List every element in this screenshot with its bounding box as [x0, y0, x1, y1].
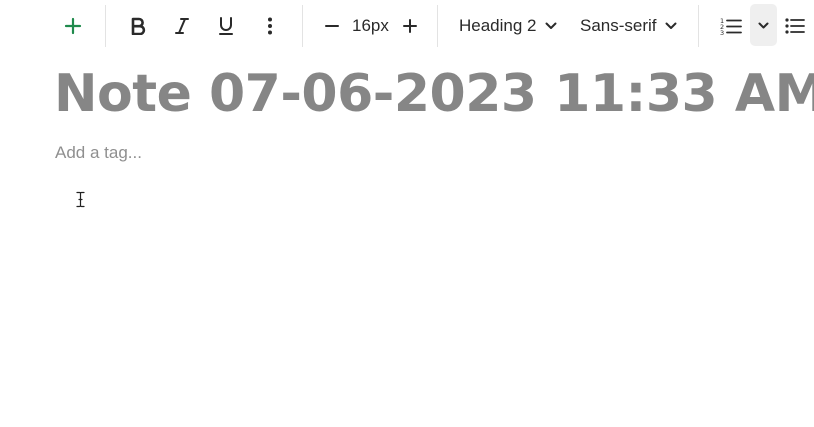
font-family-label: Sans-serif	[580, 16, 657, 35]
bulleted-list-icon	[785, 18, 805, 34]
svg-text:3: 3	[720, 29, 724, 35]
italic-icon	[175, 18, 189, 34]
more-options-button[interactable]	[256, 6, 284, 46]
bold-icon	[131, 17, 146, 35]
block-type-dropdown[interactable]: Heading 2	[459, 6, 557, 46]
toolbar-divider	[698, 5, 699, 47]
toolbar-divider	[437, 5, 438, 47]
italic-button[interactable]	[168, 6, 196, 46]
note-editor: 16px Heading 2 Sans-serif 1 2 3 Note 07-…	[0, 0, 814, 427]
toolbar-divider	[302, 5, 303, 47]
tag-input[interactable]	[55, 140, 455, 166]
minus-icon	[325, 25, 339, 27]
plus-icon	[64, 17, 82, 35]
bold-button[interactable]	[124, 6, 152, 46]
ordered-list-icon: 1 2 3	[720, 17, 742, 35]
block-type-label: Heading 2	[459, 16, 537, 35]
note-body-editor[interactable]	[54, 180, 794, 410]
toolbar-divider	[105, 5, 106, 47]
plus-icon	[403, 19, 417, 33]
chevron-down-icon	[758, 22, 769, 28]
increase-font-size-button[interactable]	[396, 6, 424, 46]
list-options-dropdown[interactable]	[750, 4, 777, 46]
text-cursor-icon	[76, 191, 85, 208]
formatting-toolbar: 16px Heading 2 Sans-serif 1 2 3	[0, 0, 814, 52]
note-title[interactable]: Note 07-06-2023 11:33 AM	[54, 60, 814, 128]
chevron-down-icon	[545, 22, 557, 30]
ordered-list-button[interactable]: 1 2 3	[716, 6, 746, 46]
bulleted-list-button[interactable]	[782, 6, 808, 46]
add-button[interactable]	[58, 6, 88, 46]
font-family-dropdown[interactable]: Sans-serif	[580, 6, 677, 46]
font-size-value[interactable]: 16px	[352, 6, 389, 46]
decrease-font-size-button[interactable]	[318, 6, 346, 46]
underline-button[interactable]	[212, 6, 240, 46]
more-vertical-icon	[268, 17, 272, 35]
chevron-down-icon	[665, 22, 677, 30]
underline-icon	[219, 17, 233, 35]
